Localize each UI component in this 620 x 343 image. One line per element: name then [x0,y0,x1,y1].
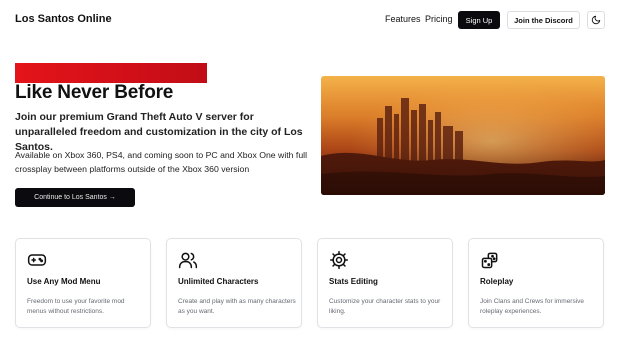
feature-title: Use Any Mod Menu [27,277,101,286]
hero-availability-text: Available on Xbox 360, PS4, and coming s… [15,150,308,174]
hero-accent-bar [15,63,207,83]
feature-desc: Freedom to use your favorite mod menus w… [27,298,125,315]
skyline-illustration [321,76,605,195]
continue-button[interactable]: Continue to Los Santos → [15,188,135,207]
feature-card-mod-menu: Use Any Mod Menu Freedom to use your fav… [15,238,151,328]
feature-card-stats-editing: Stats Editing Customize your character s… [317,238,453,328]
users-icon [178,252,198,269]
top-nav: Los Santos Online Features Pricing Sign … [0,0,620,40]
feature-title: Unlimited Characters [178,277,259,286]
feature-title: Roleplay [480,277,514,286]
feature-desc: Create and play with as many characters … [178,298,296,315]
feature-card-unlimited-characters: Unlimited Characters Create and play wit… [166,238,302,328]
join-discord-button[interactable]: Join the Discord [507,11,580,29]
dice-icon [481,252,498,269]
nav-pricing-link[interactable]: Pricing [425,14,453,24]
feature-card-roleplay: Roleplay Join Clans and Crews for immers… [468,238,604,328]
feature-title: Stats Editing [329,277,378,286]
gamepad-icon [27,254,47,266]
los-santos-skyline-image [321,76,605,195]
nav-features-link[interactable]: Features [385,14,421,24]
gear-icon [329,250,349,270]
hero-title: Like Never Before [15,82,174,103]
feature-desc: Join Clans and Crews for immersive rolep… [480,298,585,315]
theme-toggle-button[interactable] [587,11,605,29]
feature-desc: Customize your character stats to your l… [329,298,441,315]
brand-name[interactable]: Los Santos Online [15,13,112,25]
moon-icon [591,15,601,25]
sign-up-button[interactable]: Sign Up [458,11,500,29]
